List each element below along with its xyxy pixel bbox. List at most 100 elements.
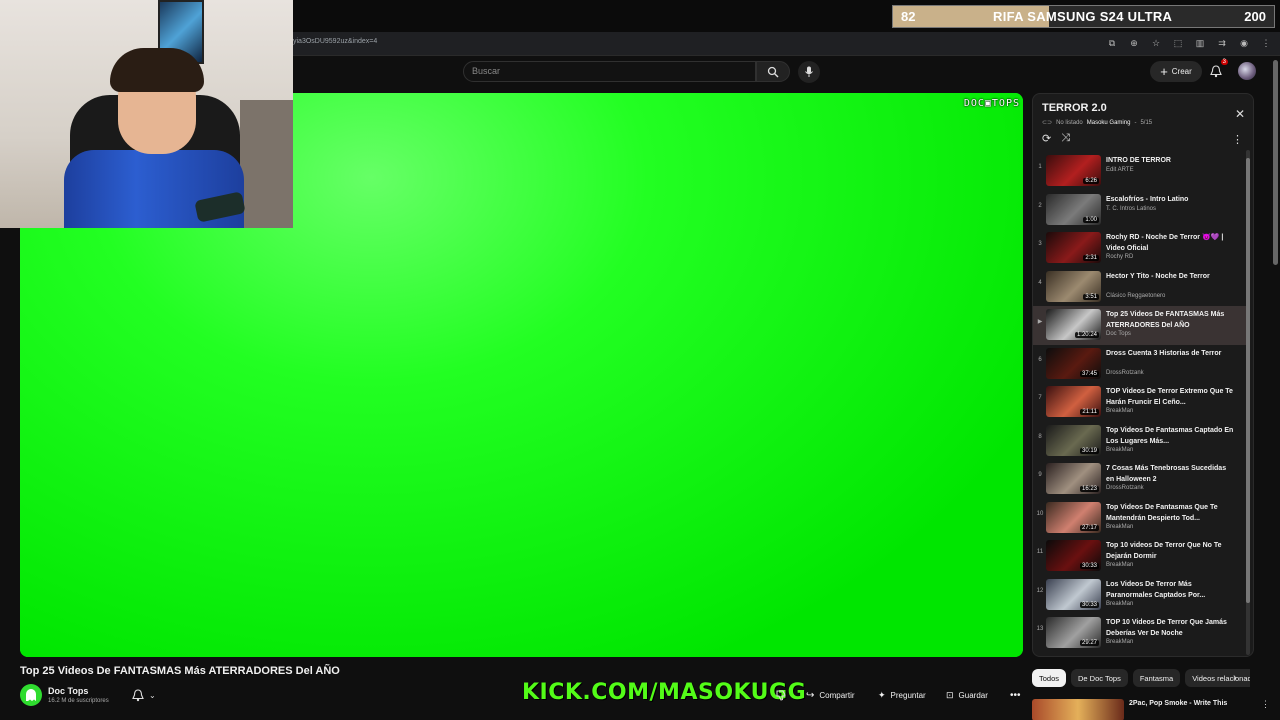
- playlist-item-title[interactable]: Rochy RD - Noche De Terror 😈💜 | Video Of…: [1106, 232, 1236, 254]
- playlist-item-title[interactable]: Top Videos De Fantasmas Captado En Los L…: [1106, 425, 1236, 447]
- playlist-item-thumbnail[interactable]: 3:51: [1046, 270, 1101, 302]
- filter-chip[interactable]: De Doc Tops: [1071, 669, 1128, 687]
- playlist-item-author: BreakMan: [1106, 408, 1134, 414]
- playlist-item[interactable]: 6 37:45 Dross Cuenta 3 Historias de Terror…: [1033, 345, 1247, 384]
- playlist-item[interactable]: 4 3:51 Hector Y Tito - Noche De Terror Clás…: [1033, 268, 1247, 307]
- playlist-item-thumbnail[interactable]: [1046, 655, 1101, 656]
- channel-name[interactable]: Doc Tops: [48, 686, 88, 696]
- playlist-item[interactable]: 7 21:11 TOP Videos De Terror Extremo Que T…: [1033, 383, 1247, 422]
- playlist-item-thumbnail[interactable]: 30:33: [1046, 540, 1101, 571]
- close-icon[interactable]: ✕: [1235, 107, 1245, 121]
- star-icon[interactable]: ☆: [1150, 37, 1162, 49]
- playlist-item-title[interactable]: Top 10 videos De Terror Que No Te Dejará…: [1106, 540, 1236, 562]
- save-button[interactable]: ⊡ Guardar: [940, 686, 994, 704]
- more-actions-button[interactable]: •••: [1004, 686, 1027, 704]
- filter-chip[interactable]: Fantasma: [1132, 669, 1181, 687]
- filter-chip[interactable]: Todos: [1032, 669, 1067, 687]
- playlist-item[interactable]: 9 16:23 7 Cosas Más Tenebrosas Sucedidas e…: [1033, 460, 1247, 499]
- playlist-scroll-thumb[interactable]: [1246, 158, 1250, 603]
- playlist-owner[interactable]: Masoku Gaming: [1087, 120, 1131, 126]
- sidebar-icon[interactable]: ▥: [1194, 37, 1206, 49]
- playlist-item-title[interactable]: Top Videos De Fantasmas Que Te Mantendrá…: [1106, 502, 1236, 524]
- create-button[interactable]: + Crear: [1150, 61, 1202, 82]
- channel-avatar[interactable]: [20, 684, 42, 706]
- playlist-item-thumbnail[interactable]: 6:26: [1046, 155, 1101, 186]
- save-label: Guardar: [958, 690, 988, 700]
- playlist-item-title[interactable]: Hector Y Tito - Noche De Terror: [1106, 271, 1236, 282]
- playlist-item-title[interactable]: 9 Videos De Terror Tan: [1106, 656, 1236, 657]
- install-icon[interactable]: ⧉: [1106, 37, 1118, 49]
- playlist-scrollbar[interactable]: [1246, 150, 1250, 655]
- next-video-thumbnail[interactable]: [1032, 699, 1124, 720]
- shelf: [240, 100, 293, 228]
- cast-icon[interactable]: ⇉: [1216, 37, 1228, 49]
- playlist-item-author: DrossRotzank: [1106, 369, 1144, 376]
- subscription-bell-button[interactable]: ⌄: [132, 685, 168, 705]
- playlist-item[interactable]: 11 30:33 Top 10 videos De Terror Que No Te…: [1033, 537, 1247, 576]
- notifications-button[interactable]: 3: [1207, 59, 1228, 80]
- playlist-item-title[interactable]: Dross Cuenta 3 Historias de Terror: [1106, 348, 1236, 359]
- playlist-item-title[interactable]: Top 25 Videos De FANTASMAS Más ATERRADOR…: [1106, 309, 1236, 331]
- playlist-item-title[interactable]: TOP Videos De Terror Extremo Que Te Hará…: [1106, 386, 1236, 408]
- ask-button[interactable]: ✦ Preguntar: [872, 686, 932, 704]
- search-input[interactable]: Buscar: [463, 61, 756, 82]
- playlist-item-author: Rochy RD: [1106, 254, 1134, 260]
- playlist-menu-icon[interactable]: ⋮: [1232, 133, 1243, 146]
- account-avatar[interactable]: [1238, 62, 1256, 80]
- page-scrollbar[interactable]: [1273, 60, 1278, 265]
- next-video-card[interactable]: 2Pac, Pop Smoke - Write This ⋮: [1032, 697, 1280, 720]
- browser-menu-icon[interactable]: ⋮: [1260, 37, 1272, 49]
- subscriber-count: 16.2 M de suscriptores: [48, 698, 109, 704]
- playlist-item[interactable]: 1 6:26 INTRO DE TERROR Edit ARTE: [1033, 152, 1247, 191]
- next-video-title[interactable]: 2Pac, Pop Smoke - Write This: [1129, 700, 1227, 707]
- voice-search-button[interactable]: [798, 61, 820, 83]
- playlist-item-author: Doc Tops: [1106, 331, 1131, 337]
- extensions-icon[interactable]: ⬚: [1172, 37, 1184, 49]
- playlist-item-thumbnail[interactable]: 37:45: [1046, 347, 1101, 379]
- playlist-item[interactable]: 8 30:19 Top Videos De Fantasmas Captado En…: [1033, 422, 1247, 461]
- playlist-item[interactable]: 13 29:27 TOP 10 Videos De Terror Que Jamás…: [1033, 614, 1247, 653]
- playlist-item-index: 13: [1036, 626, 1044, 632]
- playlist-item[interactable]: 3 2:31 Rochy RD - Noche De Terror 😈💜 | Vid…: [1033, 229, 1247, 268]
- playlist-item-title[interactable]: Los Videos De Terror Más Paranormales Ca…: [1106, 579, 1236, 601]
- unlisted-icon: ⊂⊃: [1042, 120, 1053, 126]
- playlist-item[interactable]: ▶ 1:20:24 Top 25 Videos De FANTASMAS Más A…: [1033, 306, 1247, 345]
- share-button[interactable]: ↪ Compartir: [800, 686, 861, 704]
- more-icon[interactable]: ⋮: [1261, 699, 1270, 710]
- duration-badge: 30:33: [1079, 563, 1099, 569]
- zoom-icon[interactable]: ⊕: [1128, 37, 1140, 49]
- chevron-right-icon[interactable]: ›: [1233, 672, 1237, 684]
- playlist-item-title[interactable]: TOP 10 Videos De Terror Que Jamás Deberí…: [1106, 617, 1236, 639]
- playlist-item[interactable]: 10 27:17 Top Videos De Fantasmas Que Te Ma…: [1033, 499, 1247, 538]
- playlist-item-thumbnail[interactable]: 1:00: [1046, 193, 1101, 225]
- playlist-item-thumbnail[interactable]: 27:17: [1046, 501, 1101, 533]
- loop-icon[interactable]: ⟳: [1042, 132, 1051, 145]
- chevron-down-icon: ⌄: [149, 690, 156, 700]
- playlist-item-thumbnail[interactable]: 30:33: [1046, 578, 1101, 610]
- playlist-item-title[interactable]: INTRO DE TERROR: [1106, 155, 1236, 166]
- kick-overlay-text: KICK.COM/MASOKUGG: [522, 680, 807, 705]
- playlist-item-thumbnail[interactable]: 16:23: [1046, 463, 1101, 494]
- playlist-item-title[interactable]: 7 Cosas Más Tenebrosas Sucedidas en Hall…: [1106, 463, 1236, 485]
- url-text[interactable]: yia3OsDU9592uz&index=4: [293, 38, 377, 45]
- playlist-title[interactable]: TERROR 2.0: [1042, 102, 1107, 114]
- search-button[interactable]: [756, 61, 790, 82]
- filter-chip[interactable]: Videos relacionados: [1185, 669, 1250, 687]
- playlist-item-index: 1: [1038, 164, 1042, 170]
- duration-badge: 30:19: [1079, 447, 1099, 454]
- playlist-item-author: Clásico Reggaetonero: [1106, 292, 1166, 299]
- playlist-item-index: ▶: [1037, 319, 1043, 325]
- playlist-item-thumbnail[interactable]: 30:19: [1046, 424, 1101, 456]
- ghost-icon: [26, 688, 36, 701]
- playlist-item-title[interactable]: Escalofríos - Intro Latino: [1106, 194, 1236, 205]
- playlist-item[interactable]: 149 Videos De Terror Tan: [1033, 653, 1247, 657]
- playlist-item-thumbnail[interactable]: 2:31: [1046, 232, 1101, 263]
- playlist-item-thumbnail[interactable]: 29:27: [1046, 617, 1101, 648]
- playlist-item-thumbnail[interactable]: 21:11: [1046, 386, 1101, 417]
- playlist-item[interactable]: 2 1:00 Escalofríos - Intro Latino T. C. Int…: [1033, 191, 1247, 230]
- dislike-button[interactable]: [770, 686, 793, 704]
- profile-icon[interactable]: ◉: [1238, 37, 1250, 49]
- playlist-item[interactable]: 12 30:33 Los Videos De Terror Más Paranorm…: [1033, 576, 1247, 615]
- playlist-item-thumbnail[interactable]: 1:20:24: [1046, 309, 1101, 340]
- shuffle-icon[interactable]: ⤨: [1061, 132, 1070, 145]
